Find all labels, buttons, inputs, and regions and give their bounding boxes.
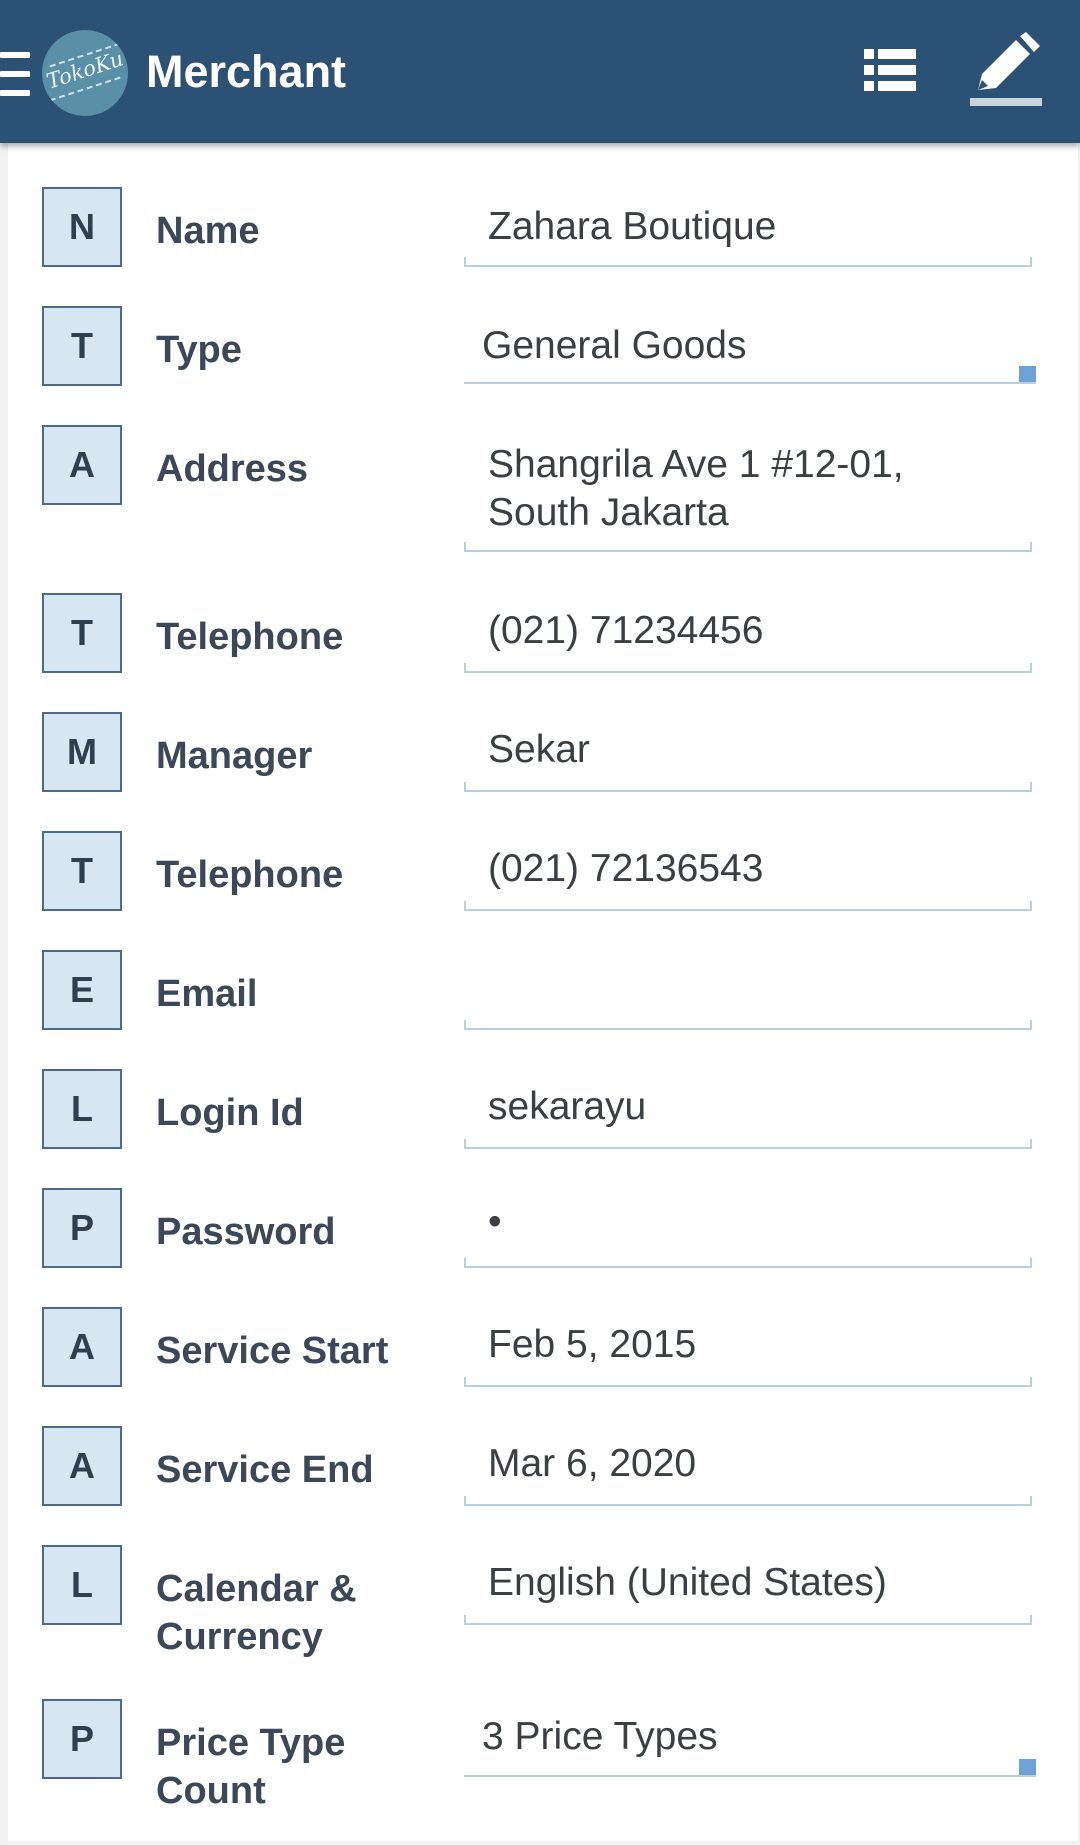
dropdown-corner-icon[interactable]: [1019, 366, 1036, 383]
service-end-input[interactable]: Mar 6, 2020: [488, 1440, 1028, 1488]
input-underline: [464, 663, 1032, 673]
menu-icon[interactable]: [0, 52, 30, 96]
field-label: Telephone: [156, 854, 344, 896]
telephone-input[interactable]: (021) 71234456: [488, 607, 1028, 655]
select-underline: [464, 1775, 1036, 1777]
input-underline: [464, 1258, 1032, 1268]
list-icon[interactable]: [864, 49, 916, 93]
input-underline: [464, 542, 1032, 552]
input-underline: [464, 1377, 1032, 1387]
manager-telephone-input[interactable]: (021) 72136543: [488, 845, 1028, 893]
edit-underline: [970, 98, 1042, 106]
field-label: Service Start: [156, 1330, 389, 1372]
input-underline: [464, 901, 1032, 911]
logo: TokoKu: [42, 30, 128, 116]
service-start-input[interactable]: Feb 5, 2015: [488, 1321, 1028, 1369]
password-input[interactable]: •: [488, 1198, 1028, 1246]
input-underline: [464, 1496, 1032, 1506]
edit-icon[interactable]: [968, 32, 1042, 108]
field-badge: T: [42, 593, 122, 673]
field-label: Type: [156, 329, 242, 371]
input-underline: [464, 1139, 1032, 1149]
page-title: Merchant: [146, 46, 347, 97]
field-label: Password: [156, 1211, 336, 1253]
field-label: Price Type Count: [156, 1722, 346, 1812]
field-label: Email: [156, 973, 258, 1015]
field-badge: L: [42, 1545, 122, 1625]
merchant-form: N Name Zahara Boutique T Type General Go…: [8, 143, 1078, 1841]
field-badge: T: [42, 831, 122, 911]
field-badge: N: [42, 187, 122, 267]
dropdown-corner-icon[interactable]: [1019, 1759, 1036, 1776]
input-underline: [464, 782, 1032, 792]
email-input[interactable]: [488, 964, 1028, 1012]
field-badge: L: [42, 1069, 122, 1149]
field-label: Login Id: [156, 1092, 304, 1134]
field-badge: A: [42, 1307, 122, 1387]
calendar-currency-input[interactable]: English (United States): [488, 1559, 1028, 1607]
app-bar: TokoKu Merchant: [0, 0, 1080, 143]
input-underline: [464, 1020, 1032, 1030]
input-underline: [464, 257, 1032, 267]
field-label: Manager: [156, 735, 313, 777]
field-label: Name: [156, 210, 260, 252]
field-badge: A: [42, 1426, 122, 1506]
field-badge: T: [42, 306, 122, 386]
input-underline: [464, 1615, 1032, 1625]
login-id-input[interactable]: sekarayu: [488, 1083, 1028, 1131]
address-input[interactable]: Shangrila Ave 1 #12-01, South Jakarta: [488, 441, 1028, 537]
field-badge: P: [42, 1699, 122, 1779]
name-input[interactable]: Zahara Boutique: [488, 203, 1028, 251]
field-badge: E: [42, 950, 122, 1030]
field-badge: P: [42, 1188, 122, 1268]
field-label: Service End: [156, 1449, 374, 1491]
field-label: Calendar & Currency: [156, 1568, 357, 1658]
field-label: Telephone: [156, 616, 344, 658]
manager-input[interactable]: Sekar: [488, 726, 1028, 774]
field-label: Address: [156, 448, 309, 490]
price-type-count-select[interactable]: 3 Price Types: [482, 1713, 1022, 1761]
field-badge: M: [42, 712, 122, 792]
field-badge: A: [42, 425, 122, 505]
type-select[interactable]: General Goods: [482, 322, 1022, 370]
select-underline: [464, 382, 1036, 384]
